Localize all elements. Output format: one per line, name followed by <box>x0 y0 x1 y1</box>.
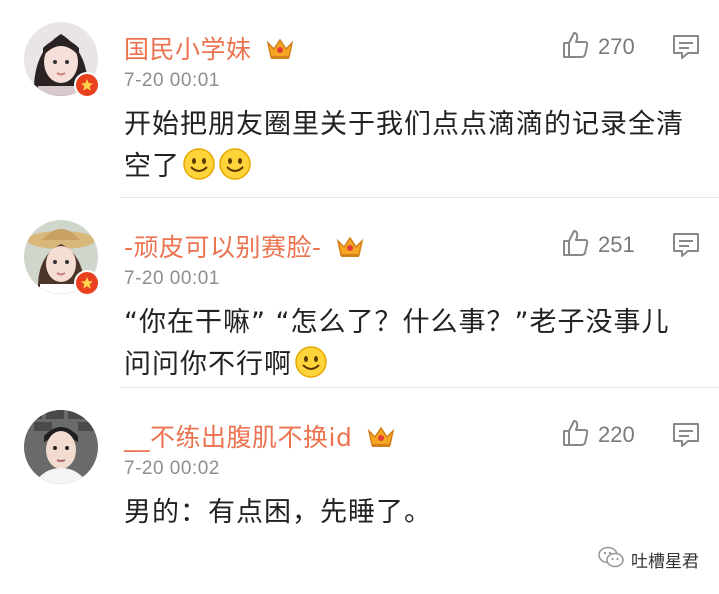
watermark-text: 吐槽星君 <box>631 552 699 572</box>
thumbs-up-icon <box>560 228 590 262</box>
username-text: 国民小学妹 <box>124 35 252 64</box>
username-link[interactable]: -顽皮可以别赛脸- <box>124 228 364 265</box>
vip-crown-icon <box>266 37 294 67</box>
comment-item: 国民小学妹 7-20 00:01 开始把朋友圈里关于我们点点滴滴的记录全清空了 … <box>0 0 719 198</box>
comment-text: “你在干嘛” “怎么了？什么事？”老子没事儿问问你不行啊 <box>124 302 694 392</box>
smile-emoji-icon <box>182 147 216 194</box>
avatar[interactable] <box>24 220 100 296</box>
comment-icon <box>672 35 700 64</box>
thumbs-up-icon <box>560 30 590 64</box>
comment-icon <box>672 233 700 262</box>
like-count: 251 <box>598 232 635 257</box>
username-link[interactable]: __不练出腹肌不换id <box>124 418 395 455</box>
username-link[interactable]: 国民小学妹 <box>124 30 294 67</box>
vip-crown-icon <box>336 235 364 265</box>
comment-body: 男的：有点困，先睡了。 <box>124 497 432 528</box>
timestamp: 7-20 00:02 <box>124 458 220 479</box>
wechat-icon <box>597 545 625 574</box>
comment-text: 男的：有点困，先睡了。 <box>124 492 694 534</box>
comment-item: -顽皮可以别赛脸- 7-20 00:01 “你在干嘛” “怎么了？什么事？”老子… <box>0 198 719 388</box>
avatar-image <box>24 410 98 484</box>
smile-emoji-icon <box>294 345 328 392</box>
timestamp: 7-20 00:01 <box>124 268 220 289</box>
timestamp: 7-20 00:01 <box>124 70 220 91</box>
comment-item: __不练出腹肌不换id 7-20 00:02 男的：有点困，先睡了。 220 <box>0 388 719 538</box>
like-count: 220 <box>598 422 635 447</box>
reply-button[interactable] <box>672 34 700 64</box>
username-text: __不练出腹肌不换id <box>124 423 353 452</box>
reply-button[interactable] <box>672 422 700 452</box>
like-button[interactable]: 270 <box>560 30 635 64</box>
verified-badge-icon <box>74 72 100 98</box>
like-button[interactable]: 220 <box>560 418 635 452</box>
comment-text: 开始把朋友圈里关于我们点点滴滴的记录全清空了 <box>124 104 694 194</box>
comment-body: “你在干嘛” “怎么了？什么事？”老子没事儿问问你不行啊 <box>124 307 670 380</box>
avatar[interactable] <box>24 22 100 98</box>
comment-icon <box>672 423 700 452</box>
watermark: 吐槽星君 <box>597 545 699 574</box>
vip-crown-icon <box>367 425 395 455</box>
avatar[interactable] <box>24 410 98 484</box>
username-text: -顽皮可以别赛脸- <box>124 233 322 262</box>
like-button[interactable]: 251 <box>560 228 635 262</box>
thumbs-up-icon <box>560 418 590 452</box>
verified-badge-icon <box>74 270 100 296</box>
reply-button[interactable] <box>672 232 700 262</box>
like-count: 270 <box>598 34 635 59</box>
smile-emoji-icon <box>218 147 252 194</box>
